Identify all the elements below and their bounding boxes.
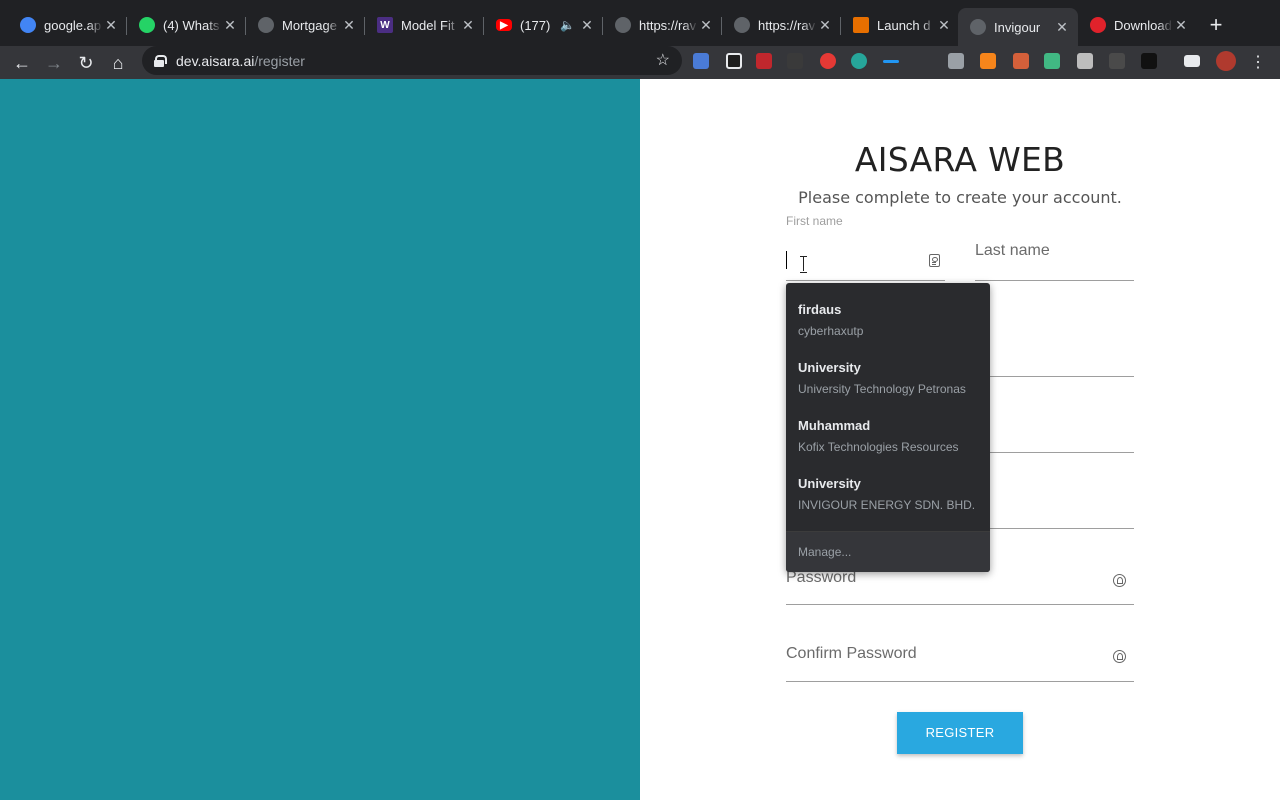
extension-orange-icon[interactable] [1013, 53, 1029, 69]
extension-dark-icon[interactable] [1109, 53, 1125, 69]
browser-toolbar: ← → ↻ ⌂ dev.aisara.ai/register ☆ ⋮ [0, 46, 1280, 79]
globe-icon [615, 17, 631, 33]
tab-whatsapp[interactable]: (4) Whats ✕ [127, 8, 246, 42]
tab-youtube[interactable]: ▶ (177) 🔈 ✕ [484, 8, 603, 42]
drive-icon[interactable] [948, 53, 964, 69]
opera-icon [1090, 17, 1106, 33]
close-icon[interactable]: ✕ [222, 17, 238, 34]
bookmark-star-icon[interactable]: ☆ [656, 50, 670, 70]
tab-model-fit[interactable]: W Model Fit ✕ [365, 8, 484, 42]
text-cursor-icon [799, 256, 808, 273]
java-icon [853, 17, 869, 33]
text-caret [786, 251, 787, 269]
extension-badge-icon[interactable] [726, 53, 742, 69]
close-icon[interactable]: ✕ [1054, 19, 1070, 36]
adblock-icon[interactable] [820, 53, 836, 69]
url-path: /register [254, 52, 305, 69]
mendeley-icon[interactable] [851, 53, 867, 69]
close-icon[interactable]: ✕ [460, 17, 476, 34]
autofill-suggestion[interactable]: University University Technology Petrona… [786, 353, 990, 411]
whatsapp-icon [139, 17, 155, 33]
globe-icon [734, 17, 750, 33]
confirm-password-placeholder: Confirm Password [786, 645, 917, 662]
left-brand-panel [0, 79, 640, 800]
autofill-manage-link[interactable]: Manage... [786, 531, 990, 572]
lock-icon [154, 54, 167, 67]
menu-kebab-icon[interactable]: ⋮ [1246, 51, 1270, 75]
close-icon[interactable]: ✕ [341, 17, 357, 34]
avatar[interactable] [1216, 51, 1236, 71]
password-key-icon[interactable] [1113, 650, 1126, 663]
url-host: dev.aisara.ai [176, 52, 255, 69]
metamask-icon[interactable] [980, 53, 996, 69]
close-icon[interactable]: ✕ [579, 17, 595, 34]
first-name-field[interactable]: First name [786, 214, 945, 281]
media-queue-icon[interactable] [1184, 55, 1200, 67]
page-title: AISARA WEB [854, 140, 1066, 179]
globe-icon [258, 17, 274, 33]
extension-red-icon[interactable] [756, 53, 772, 69]
last-name-field[interactable]: Last name [975, 240, 1134, 281]
forward-arrow-icon[interactable]: → [42, 51, 66, 75]
page-subtitle: Please complete to create your account. [798, 188, 1122, 207]
tab-launch[interactable]: Launch d ✕ [841, 8, 960, 42]
autofill-suggestion[interactable]: University INVIGOUR ENERGY SDN. BHD. [786, 469, 990, 527]
vue-devtools-icon[interactable] [1044, 53, 1060, 69]
tab-google-api[interactable]: google.ap ✕ [8, 8, 127, 42]
close-icon[interactable]: ✕ [698, 17, 714, 34]
address-bar[interactable]: dev.aisara.ai/register ☆ [142, 46, 682, 75]
tab-strip: google.ap ✕ (4) Whats ✕ Mortgage ✕ W Mod… [0, 0, 1280, 46]
tab-mortgage[interactable]: Mortgage ✕ [246, 8, 365, 42]
tab-raw-2[interactable]: https://rav ✕ [722, 8, 841, 42]
autofill-suggestion[interactable]: Muhammad Kofix Technologies Resources [786, 411, 990, 469]
tab-raw-1[interactable]: https://rav ✕ [603, 8, 722, 42]
confirm-password-field[interactable]: Confirm Password [786, 640, 1134, 682]
contact-card-icon[interactable] [929, 254, 940, 267]
tab-invigour-active[interactable]: Invigour ✕ [958, 8, 1078, 46]
tab-download[interactable]: Download ✕ [1078, 8, 1197, 42]
reload-icon[interactable]: ↻ [74, 51, 98, 75]
new-tab-button[interactable]: + [1205, 14, 1227, 36]
autofill-dropdown: firdaus cyberhaxutp University Universit… [786, 283, 990, 572]
w-icon: W [377, 17, 393, 33]
password-key-icon[interactable] [1113, 574, 1126, 587]
close-icon[interactable]: ✕ [936, 17, 952, 34]
register-button[interactable]: REGISTER [897, 712, 1023, 754]
speaker-icon[interactable]: 🔈 [560, 18, 575, 32]
last-name-placeholder: Last name [975, 242, 1050, 259]
close-icon[interactable]: ✕ [103, 17, 119, 34]
globe-icon [970, 19, 986, 35]
bar-extension-icon[interactable] [883, 60, 899, 63]
google-cloud-icon [20, 17, 36, 33]
autofill-suggestion[interactable]: firdaus cyberhaxutp [786, 295, 990, 353]
css-extension-icon[interactable] [787, 53, 803, 69]
youtube-icon: ▶ [496, 19, 512, 31]
translate-extension-icon[interactable] [693, 53, 709, 69]
share-arrow-icon[interactable] [1141, 53, 1157, 69]
first-name-label: First name [786, 214, 843, 228]
close-icon[interactable]: ✕ [817, 17, 833, 34]
home-icon[interactable]: ⌂ [106, 51, 130, 75]
close-icon[interactable]: ✕ [1173, 17, 1189, 34]
back-arrow-icon[interactable]: ← [10, 51, 34, 75]
extension-grey-icon[interactable] [1077, 53, 1093, 69]
